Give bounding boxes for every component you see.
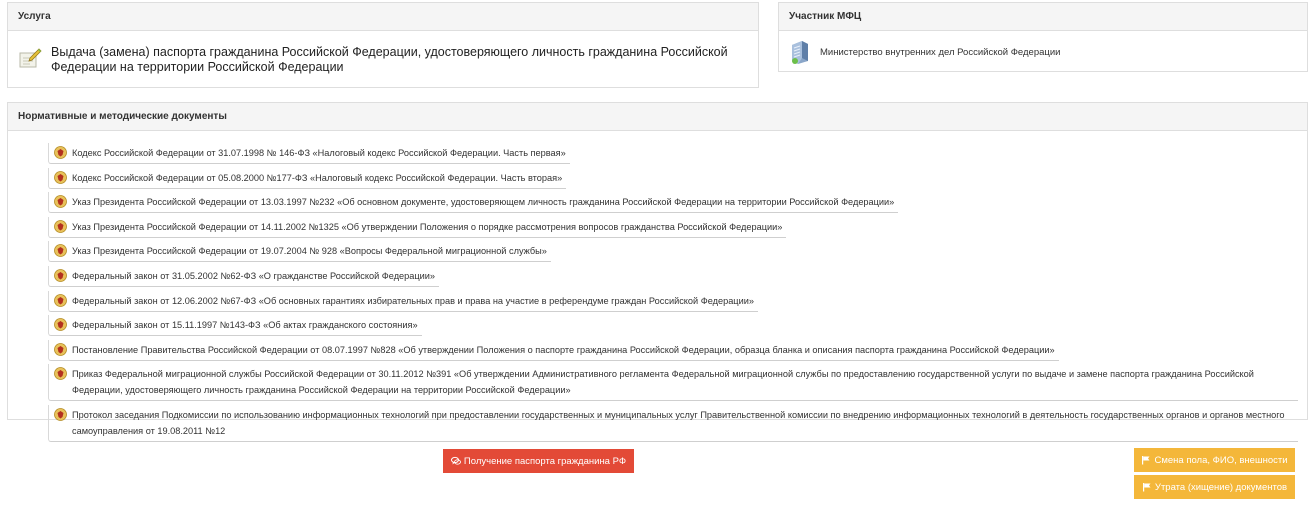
emblem-icon	[54, 293, 67, 307]
doc-item[interactable]: Указ Президента Российской Федерации от …	[48, 241, 551, 263]
doc-item[interactable]: Кодекс Российской Федерации от 31.07.199…	[48, 143, 570, 164]
flag-icon	[1142, 482, 1152, 492]
change-data-button[interactable]: Смена пола, ФИО, внешности	[1134, 448, 1295, 472]
change-data-label: Смена пола, ФИО, внешности	[1154, 454, 1288, 466]
flag-icon	[1141, 455, 1151, 465]
doc-link[interactable]: Указ Президента Российской Федерации от …	[72, 243, 547, 259]
doc-link[interactable]: Постановление Правительства Российской Ф…	[72, 342, 1055, 358]
doc-item[interactable]: Указ Президента Российской Федерации от …	[48, 192, 899, 214]
comments-icon	[450, 456, 461, 466]
doc-link[interactable]: Федеральный закон от 15.11.1997 №143-ФЗ …	[72, 317, 418, 333]
doc-link[interactable]: Федеральный закон от 31.05.2002 №62-ФЗ «…	[72, 268, 435, 284]
doc-item[interactable]: Приказ Федеральной миграционной службы Р…	[48, 364, 1298, 402]
mfc-panel-title: Участник МФЦ	[779, 3, 1307, 31]
document-pencil-icon	[18, 47, 42, 69]
doc-link[interactable]: Приказ Федеральной миграционной службы Р…	[72, 366, 1294, 398]
emblem-icon	[54, 318, 67, 332]
doc-link[interactable]: Кодекс Российской Федерации от 31.07.199…	[72, 145, 566, 161]
receive-passport-button[interactable]: Получение паспорта гражданина РФ	[443, 449, 634, 473]
doc-link[interactable]: Протокол заседания Подкомиссии по исполь…	[72, 407, 1294, 439]
document-loss-label: Утрата (хищение) документов	[1154, 481, 1288, 493]
mfc-body: Министерство внутренних дел Российской Ф…	[779, 31, 1307, 65]
emblem-icon	[54, 244, 67, 258]
doc-link[interactable]: Указ Президента Российской Федерации от …	[72, 194, 894, 210]
doc-item[interactable]: Указ Президента Российской Федерации от …	[48, 216, 787, 238]
emblem-icon	[54, 146, 67, 159]
receive-passport-label: Получение паспорта гражданина РФ	[463, 455, 627, 467]
emblem-icon	[54, 408, 67, 421]
doc-item[interactable]: Кодекс Российской Федерации от 05.08.200…	[48, 167, 567, 189]
service-panel-title: Услуга	[8, 3, 758, 31]
doc-item[interactable]: Федеральный закон от 15.11.1997 №143-ФЗ …	[48, 315, 422, 337]
doc-link[interactable]: Федеральный закон от 12.06.2002 №67-ФЗ «…	[72, 293, 754, 309]
mfc-panel: Участник МФЦ Министерство внутренних дел…	[778, 2, 1308, 72]
building-icon	[789, 39, 811, 65]
emblem-icon	[54, 219, 67, 233]
doc-item[interactable]: Федеральный закон от 12.06.2002 №67-ФЗ «…	[48, 290, 758, 312]
doc-item[interactable]: Протокол заседания Подкомиссии по исполь…	[48, 404, 1298, 442]
doc-link[interactable]: Кодекс Российской Федерации от 05.08.200…	[72, 170, 562, 186]
mfc-name: Министерство внутренних дел Российской Ф…	[820, 46, 1061, 58]
emblem-icon	[54, 195, 67, 209]
emblem-icon	[54, 269, 67, 282]
doc-item[interactable]: Постановление Правительства Российской Ф…	[48, 339, 1059, 361]
service-body: Выдача (замена) паспорта гражданина Росс…	[8, 31, 758, 75]
doc-list: Кодекс Российской Федерации от 31.07.199…	[48, 143, 1298, 446]
emblem-icon	[54, 170, 67, 184]
service-name: Выдача (замена) паспорта гражданина Росс…	[51, 45, 728, 74]
service-panel: Услуга Выдача (замена) паспорта граждани…	[7, 2, 759, 88]
docs-panel-title: Нормативные и методические документы	[8, 103, 1307, 131]
emblem-icon	[54, 367, 67, 381]
doc-item[interactable]: Федеральный закон от 31.05.2002 №62-ФЗ «…	[48, 265, 440, 287]
docs-panel: Нормативные и методические документы Код…	[7, 102, 1308, 442]
doc-link[interactable]: Указ Президента Российской Федерации от …	[72, 219, 782, 235]
document-loss-button[interactable]: Утрата (хищение) документов	[1134, 475, 1295, 499]
emblem-icon	[54, 342, 67, 356]
